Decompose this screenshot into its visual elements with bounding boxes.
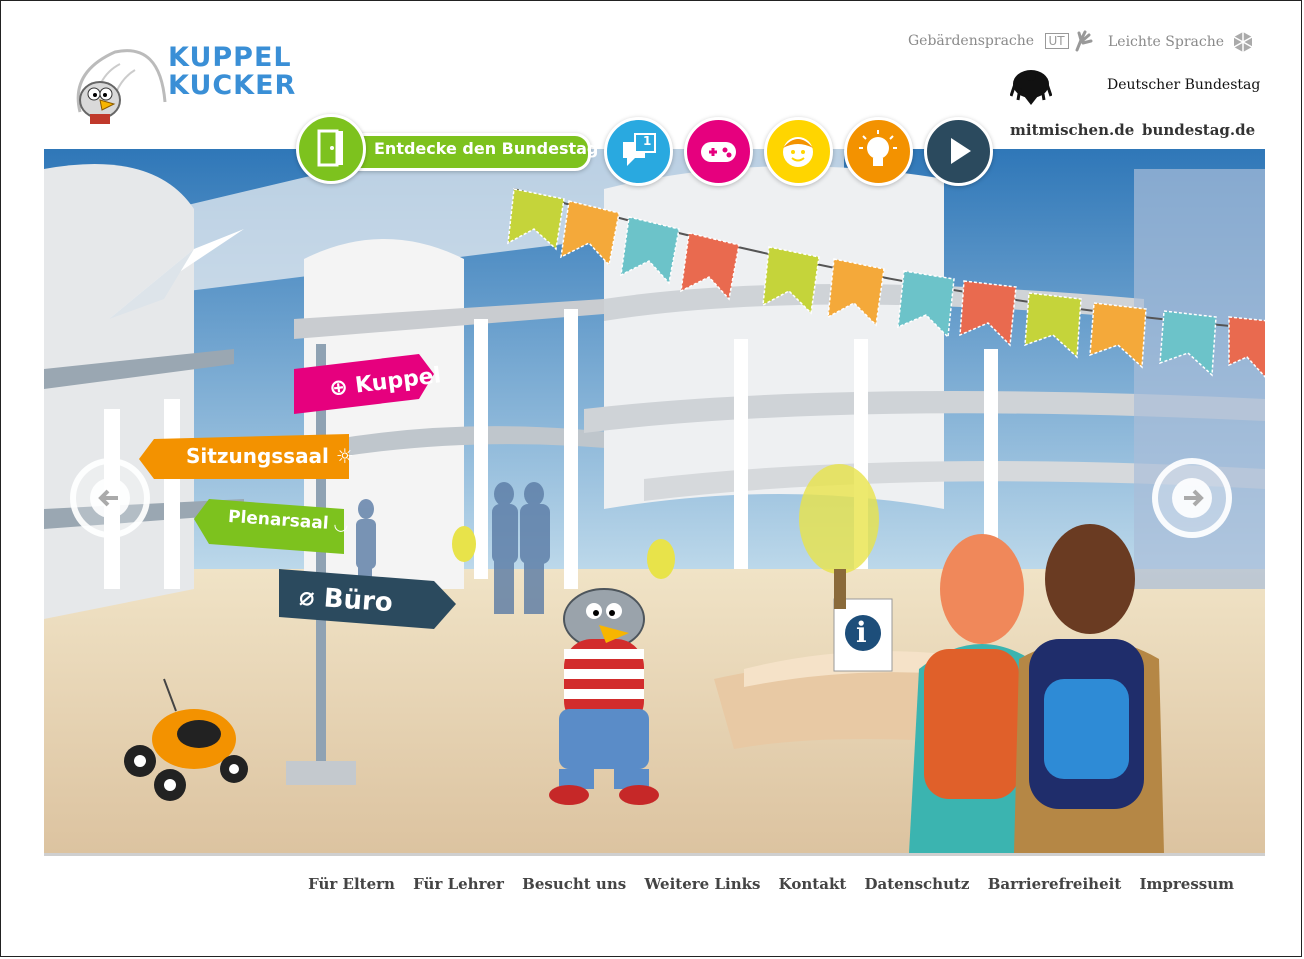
door-icon [296,114,366,184]
easy-language-link[interactable]: Leichte Sprache [1108,30,1254,54]
footer-link-kontakt[interactable]: Kontakt [779,875,847,893]
federal-eagle-icon [1010,70,1052,105]
lobby-illustration [44,149,1265,853]
chat-button[interactable]: 1 [604,117,673,186]
footer-link-besucht-uns[interactable]: Besucht uns [522,875,626,893]
ut-badge: UT [1044,33,1069,49]
face-icon [783,137,813,167]
knowledge-button[interactable] [844,117,913,186]
easy-language-label: Leichte Sprache [1108,34,1225,50]
footer-link-datenschutz[interactable]: Datenschutz [865,875,970,893]
logo-text: KUPPEL KUCKER [168,42,297,101]
plenary-icon: ◡ [333,514,349,536]
chat-icon [623,133,656,166]
arrow-right-icon [1172,478,1212,518]
bundestag-link[interactable]: Deutscher Bundestag [1107,77,1260,93]
chat-count: 1 [643,134,652,148]
gamepad-icon [701,142,736,162]
sign-buero[interactable]: ⌀ Büro [298,582,394,618]
sign-language-label: Gebärdensprache [908,33,1035,49]
sign-language-link[interactable]: Gebärdensprache UT [908,30,1093,52]
hand-icon [1075,30,1093,52]
sign-buero-label: Büro [322,583,394,619]
games-button[interactable] [684,117,753,186]
easy-language-icon [1234,32,1253,52]
bundestag-de-link[interactable]: bundestag.de [1142,121,1255,139]
footer-link-eltern[interactable]: Für Eltern [308,875,395,893]
previous-scene-button[interactable] [70,458,150,538]
mitmischen-link[interactable]: mitmischen.de [1010,121,1134,139]
kuppelkucker-logo[interactable]: KUPPEL KUCKER [60,42,295,132]
lightbulb-icon [859,130,897,166]
globe-icon: ⊕ [327,374,350,402]
eagle-logo-icon [76,49,167,124]
scene-illustration: ⊕ Kuppel Sitzungssaal ☼ Plenarsaal ◡ ⌀ B… [44,149,1265,856]
play-icon [951,138,971,164]
arrow-left-icon [90,478,130,518]
footer-link-weitere-links[interactable]: Weitere Links [644,875,760,893]
table-icon: ☼ [335,444,354,468]
footer-nav: Für Eltern Für Lehrer Besucht uns Weiter… [295,875,1234,893]
footer-link-barrierefreiheit[interactable]: Barrierefreiheit [988,875,1122,893]
discover-label: Entdecke den Bundestag [374,139,599,158]
paperclip-icon: ⌀ [298,581,316,613]
next-scene-button[interactable] [1152,458,1232,538]
footer-link-lehrer[interactable]: Für Lehrer [413,875,504,893]
kids-button[interactable] [764,117,833,186]
sign-sitzungssaal[interactable]: Sitzungssaal ☼ [186,444,354,468]
footer-link-impressum[interactable]: Impressum [1140,875,1235,893]
video-button[interactable] [924,117,993,186]
sign-sitzungssaal-label: Sitzungssaal [186,444,329,468]
info-sign[interactable]: i [856,616,867,649]
